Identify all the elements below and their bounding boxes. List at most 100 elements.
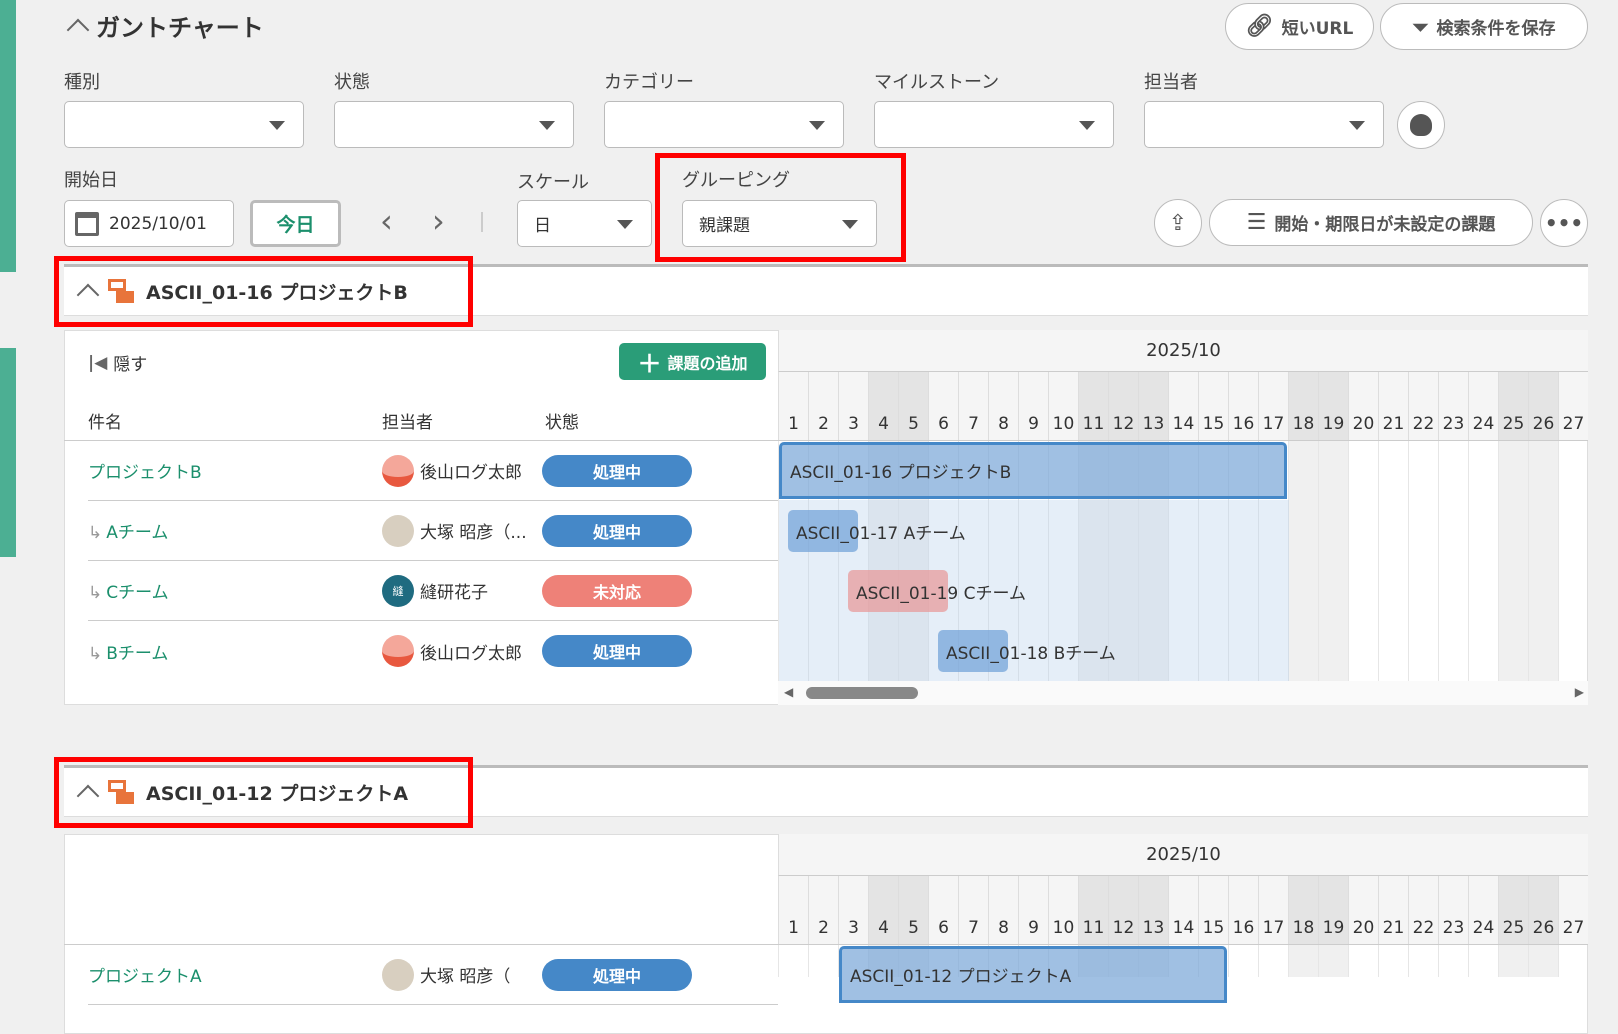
gantt-bar[interactable]: ASCII_01-18 Bチーム	[938, 630, 1116, 672]
issue-name-link[interactable]: ↳ Aチーム	[88, 518, 382, 543]
day-label: 16	[1228, 372, 1258, 440]
chevron-up-icon	[66, 18, 90, 41]
link-icon: 🔗︎	[1245, 14, 1274, 39]
day-label: 3	[838, 876, 868, 944]
assignee-cell: 後山ログ太郎	[382, 635, 542, 667]
status-badge: 未対応	[542, 574, 692, 607]
sidebar-accent	[0, 348, 16, 557]
day-label: 23	[1438, 876, 1468, 944]
save-search-button[interactable]: ⏷ 検索条件を保存	[1380, 3, 1588, 50]
day-label: 22	[1408, 876, 1438, 944]
day-column	[1318, 945, 1348, 977]
export-button[interactable]: ⇪	[1154, 199, 1202, 247]
scrollbar-thumb[interactable]	[806, 687, 918, 699]
milestone-select[interactable]	[874, 101, 1114, 148]
assignee-cell: 後山ログ太郎	[382, 454, 542, 487]
upload-icon: ⇪	[1168, 210, 1188, 236]
day-label: 21	[1378, 372, 1408, 440]
gantt-bar[interactable]: ASCII_01-17 Aチーム	[788, 510, 966, 552]
issue-name-link[interactable]: プロジェクトA	[88, 962, 382, 987]
issue-name[interactable]: Bチーム	[106, 644, 168, 664]
hide-button[interactable]: |◀ 隠す	[88, 350, 148, 376]
issue-name[interactable]: プロジェクトA	[88, 967, 202, 987]
assign-myself-button[interactable]	[1397, 101, 1445, 149]
short-url-button[interactable]: 🔗︎ 短いURL	[1225, 3, 1374, 50]
issue-name-link[interactable]: ↳ Cチーム	[88, 578, 382, 603]
gantt-bar[interactable]: ASCII_01-19 Cチーム	[848, 570, 1026, 612]
day-column	[1378, 945, 1408, 977]
column-header-status[interactable]: 状態	[545, 408, 579, 433]
month-header: 2025/10	[778, 834, 1588, 876]
dropdown-icon	[617, 220, 633, 229]
hide-label: 隠す	[113, 355, 148, 375]
issue-name-link[interactable]: プロジェクトB	[88, 458, 382, 483]
day-label: 1	[778, 876, 808, 944]
add-issue-button[interactable]: ＋課題の追加	[619, 343, 766, 380]
day-column	[1528, 945, 1558, 977]
sidebar-accent	[0, 0, 16, 272]
avatar	[382, 958, 414, 991]
unscheduled-issues-button[interactable]: ☰ 開始・期限日が未設定の課題	[1209, 199, 1533, 246]
more-button[interactable]: •••	[1540, 199, 1588, 247]
day-column	[1558, 441, 1588, 681]
prev-icon[interactable]: ‹	[380, 202, 393, 240]
day-column	[1258, 945, 1288, 977]
day-column	[1348, 945, 1378, 977]
day-column	[1498, 441, 1528, 681]
bar-label: ASCII_01-17 Aチーム	[796, 523, 966, 544]
gantt-bar-parent[interactable]: ASCII_01-12 プロジェクトA	[839, 946, 1227, 1003]
milestone-label: マイルストーン	[874, 72, 1000, 93]
day-label: 4	[868, 372, 898, 440]
list-icon: ☰	[1246, 210, 1267, 235]
type-select[interactable]	[64, 101, 304, 148]
today-button[interactable]: 今日	[250, 200, 341, 247]
next-icon[interactable]: ›	[432, 202, 445, 240]
horizontal-scrollbar[interactable]: ◀ ▶	[778, 681, 1588, 705]
assignee-cell: 縫 縫研花子	[382, 574, 542, 607]
day-label: 4	[868, 876, 898, 944]
highlight-box	[54, 256, 473, 327]
assignee-cell: 大塚 昭彦（...	[382, 514, 542, 547]
issue-name[interactable]: Cチーム	[106, 583, 168, 603]
day-label: 25	[1498, 876, 1528, 944]
day-label: 26	[1528, 372, 1558, 440]
scale-label: スケール	[517, 172, 589, 193]
day-column	[1408, 441, 1438, 681]
day-label: 8	[988, 876, 1018, 944]
gantt-collapse-toggle[interactable]: ガントチャート	[66, 8, 264, 43]
status-select[interactable]	[334, 101, 574, 148]
day-header: 1 2 3 4 5 6 7 8 9 10 11 12 13 14 15 16 17 18 19 20 21 22 23 24 2…	[778, 876, 1588, 945]
table-row: ↳ Aチーム 大塚 昭彦（... 処理中	[88, 501, 778, 561]
dropdown-icon	[269, 121, 285, 130]
day-label: 7	[958, 372, 988, 440]
day-column	[1558, 945, 1588, 977]
scroll-right-icon[interactable]: ▶	[1575, 685, 1584, 699]
filter-add-icon: ⏷	[1412, 14, 1429, 39]
start-date-input[interactable]: 2025/10/01	[64, 200, 234, 247]
scroll-left-icon[interactable]: ◀	[784, 685, 793, 699]
table-row: ↳ Cチーム 縫 縫研花子 未対応	[88, 561, 778, 621]
issue-name[interactable]: Aチーム	[106, 523, 168, 543]
collapse-left-icon: |◀	[88, 352, 108, 373]
day-label: 22	[1408, 372, 1438, 440]
column-header-name[interactable]: 件名	[88, 408, 122, 433]
day-label: 18	[1288, 876, 1318, 944]
day-column	[1228, 945, 1258, 977]
start-date-value: 2025/10/01	[109, 213, 207, 234]
save-search-label: 検索条件を保存	[1436, 19, 1556, 39]
scale-select[interactable]: 日	[517, 200, 652, 247]
category-select[interactable]	[604, 101, 844, 148]
assignee-select[interactable]	[1144, 101, 1384, 148]
day-column	[1498, 945, 1528, 977]
day-column	[1378, 441, 1408, 681]
start-date-label: 開始日	[64, 170, 118, 191]
avatar	[382, 635, 414, 667]
issue-name[interactable]: プロジェクトB	[88, 463, 202, 483]
issue-name-link[interactable]: ↳ Bチーム	[88, 639, 382, 664]
column-header-assignee[interactable]: 担当者	[382, 408, 433, 433]
day-column	[1408, 945, 1438, 977]
day-label: 24	[1468, 876, 1498, 944]
gantt-bar-parent[interactable]: ASCII_01-16 プロジェクトB	[779, 442, 1287, 499]
add-issue-label: 課題の追加	[667, 353, 748, 373]
day-label: 21	[1378, 876, 1408, 944]
